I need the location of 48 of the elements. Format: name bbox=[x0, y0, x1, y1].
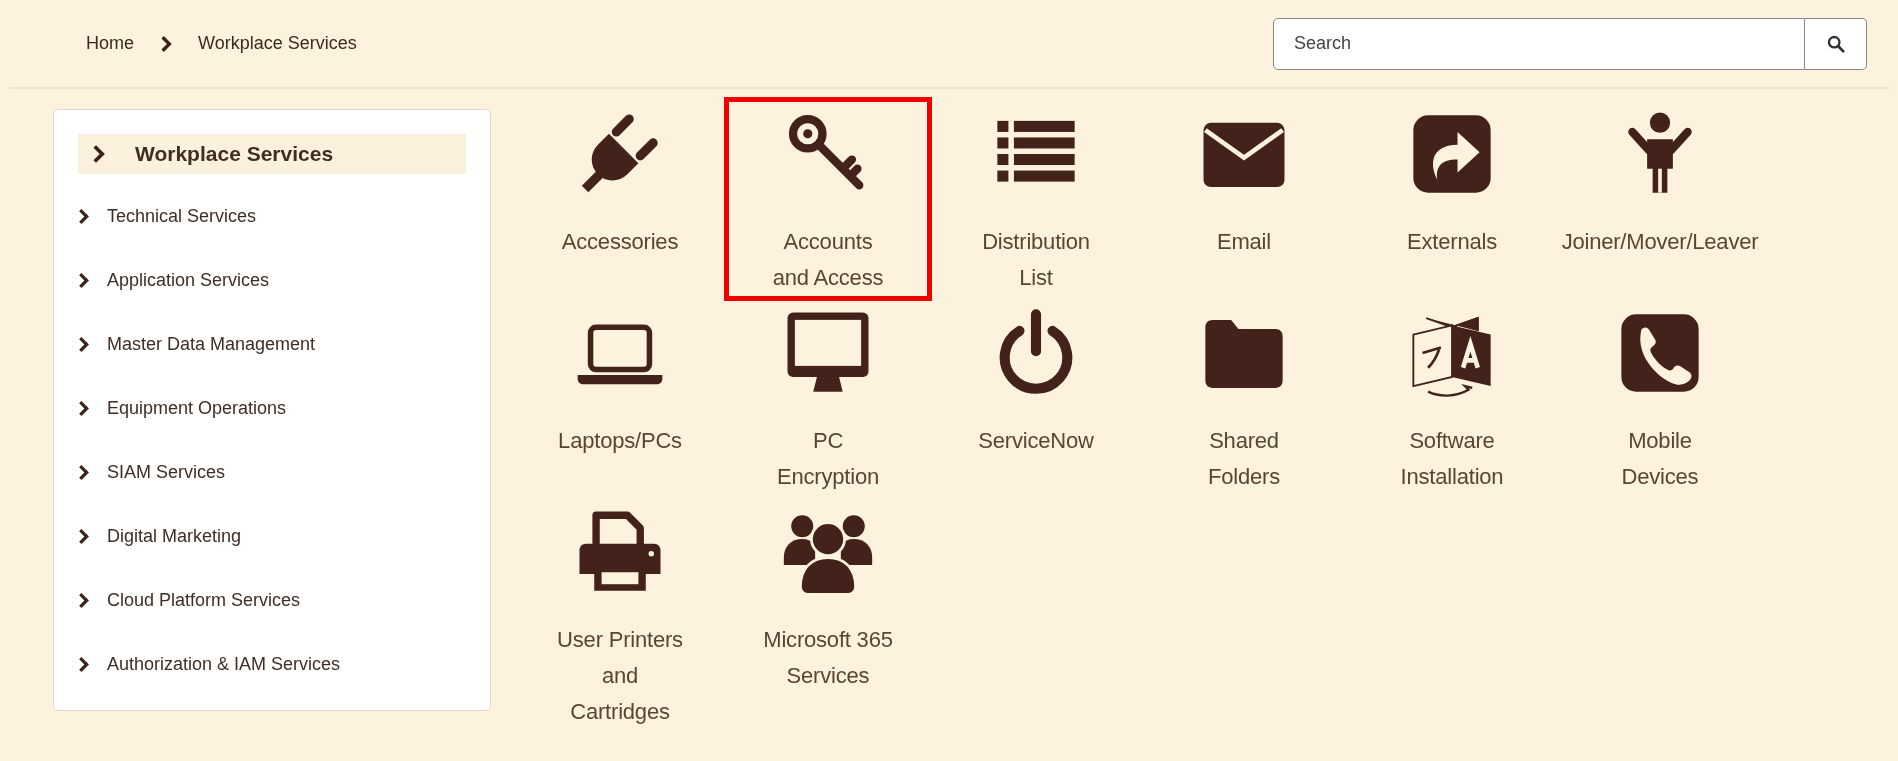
service-tile[interactable]: Mobile Devices bbox=[1556, 296, 1764, 500]
service-tile[interactable]: Joiner/Mover/Leaver bbox=[1556, 97, 1764, 298]
sidebar-item[interactable]: SIAM Services bbox=[78, 440, 466, 504]
chevron-icon bbox=[78, 399, 89, 417]
service-tile[interactable]: Software Installation bbox=[1348, 296, 1556, 500]
tile-label: Email bbox=[1217, 228, 1271, 256]
service-tile[interactable]: Email bbox=[1140, 97, 1348, 298]
tile-label: Joiner/Mover/Leaver bbox=[1561, 228, 1759, 256]
sidebar-item[interactable]: Cloud Platform Services bbox=[78, 568, 466, 632]
sidebar-item[interactable]: Master Data Management bbox=[78, 312, 466, 376]
tile-label: Externals bbox=[1407, 228, 1497, 256]
sidebar-item[interactable]: Workplace Services bbox=[78, 134, 466, 174]
service-tile[interactable]: Accessories bbox=[516, 97, 724, 298]
breadcrumb-link[interactable]: Workplace Services bbox=[198, 33, 357, 54]
tile-label: Microsoft 365 Services bbox=[763, 626, 893, 690]
tile-label: PC Encryption bbox=[776, 427, 880, 491]
tile-label: User Printers and Cartridges bbox=[556, 626, 684, 726]
sidebar-item[interactable]: Digital Marketing bbox=[78, 504, 466, 568]
sidebar-item[interactable]: Application Services bbox=[78, 248, 466, 312]
chevron-icon bbox=[78, 655, 89, 673]
service-tile[interactable]: Externals bbox=[1348, 97, 1556, 298]
tile-label: Accessories bbox=[561, 228, 679, 256]
sidebar-item[interactable]: Technical Services bbox=[78, 184, 466, 248]
chevron-icon bbox=[78, 527, 89, 545]
search-icon bbox=[1826, 34, 1845, 53]
chevron-icon bbox=[78, 335, 89, 353]
sidebar-item[interactable]: Authorization & IAM Services bbox=[78, 632, 466, 696]
service-tile[interactable]: Accounts and Access bbox=[724, 97, 932, 301]
service-tile[interactable]: Laptops/PCs bbox=[516, 296, 724, 497]
chevron-icon bbox=[78, 463, 89, 481]
tile-label: Mobile Devices bbox=[1620, 427, 1700, 491]
tile-label: Shared Folders bbox=[1207, 427, 1281, 491]
service-tile[interactable]: User Printers and Cartridges bbox=[516, 495, 724, 735]
search-button[interactable] bbox=[1805, 17, 1867, 70]
chevron-icon bbox=[78, 207, 89, 225]
search-field[interactable]: Search bbox=[1273, 17, 1805, 70]
chevron-icon bbox=[160, 34, 172, 53]
tile-label: Distribution List bbox=[981, 228, 1091, 292]
chevron-icon bbox=[92, 144, 105, 164]
tile-label: Software Installation bbox=[1399, 427, 1505, 491]
tile-label: Laptops/PCs bbox=[558, 427, 682, 455]
breadcrumb-link[interactable]: Home bbox=[86, 33, 134, 54]
sidebar-item[interactable]: Equipment Operations bbox=[78, 376, 466, 440]
chevron-icon bbox=[78, 591, 89, 609]
tile-label: Accounts and Access bbox=[771, 228, 885, 292]
chevron-icon bbox=[78, 271, 89, 289]
service-tile[interactable]: Shared Folders bbox=[1140, 296, 1348, 500]
tile-label: ServiceNow bbox=[978, 427, 1094, 455]
